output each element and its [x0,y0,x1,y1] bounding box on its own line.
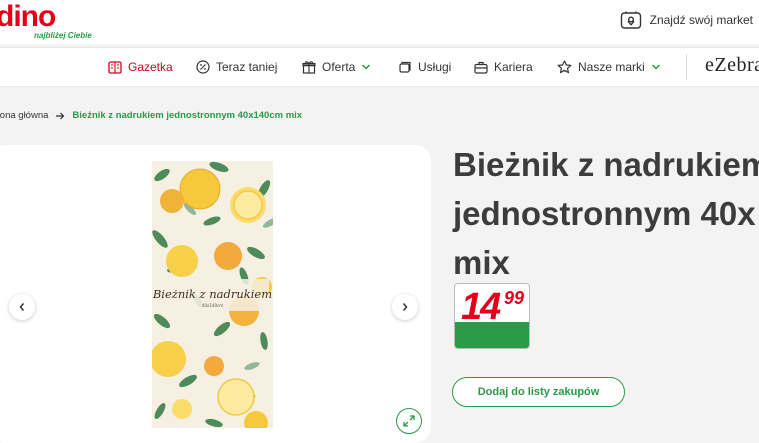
services-icon [399,61,411,73]
nav-label-uslugi: Usługi [418,60,452,74]
briefcase-icon [474,61,488,74]
expand-icon [403,415,415,427]
nav-label-nasze-marki: Nasze marki [578,60,645,74]
nav-label-gazetka: Gazetka [128,60,173,74]
breadcrumb: trona główna Bieżnik z nadrukiem jednost… [0,110,302,121]
find-market-label: Znajdź swój market [649,13,753,27]
arrow-right-icon [56,112,65,119]
percent-badge-icon [196,60,210,74]
newspaper-icon [108,60,122,74]
nav-label-kariera: Kariera [494,60,533,74]
nav-divider [686,54,687,80]
price-decimal: 99 [504,288,525,308]
product-image: Bieżnik z nadrukiem 40x140cm [152,161,273,428]
gift-icon [302,61,316,74]
chevron-left-icon [19,303,25,311]
nav-label-oferta: Oferta [322,60,356,74]
product-image-text: Bieżnik z nadrukiem [152,287,272,301]
nav-item-uslugi[interactable]: Usługi [398,48,451,86]
star-icon [557,60,572,74]
top-bar: dino najbliżej Ciebie Znajdź swój market [0,0,759,44]
carousel-next-button[interactable] [392,294,418,320]
dino-logo[interactable]: dino [0,2,56,32]
nav-item-kariera[interactable]: Kariera [474,48,533,86]
chevron-right-icon [402,303,408,311]
product-title-line: jednostronnym 40x [453,195,756,232]
main-nav: Gazetka Teraz taniej Oferta Usługi Karie… [0,47,759,87]
carousel-prev-button[interactable] [9,294,35,320]
nav-item-gazetka[interactable]: Gazetka [108,48,173,86]
breadcrumb-current: Bieżnik z nadrukiem jednostronnym 40x140… [72,110,303,121]
price-tag: 14 99 [454,283,530,349]
chevron-down-icon [362,64,371,70]
zoom-button[interactable] [396,408,422,434]
logo-tagline: najbliżej Ciebie [34,31,92,40]
ezebra-logo[interactable]: eZebra [705,54,759,77]
product-title-line: mix [453,244,510,281]
find-market-link[interactable]: Znajdź swój market [620,10,753,30]
nav-label-teraz-taniej: Teraz taniej [216,60,278,74]
breadcrumb-home[interactable]: trona główna [0,110,48,121]
nav-item-oferta[interactable]: Oferta [302,48,371,86]
nav-item-nasze-marki[interactable]: Nasze marki [557,48,661,86]
product-title-line: Bieżnik z nadrukiem [453,146,759,183]
product-title: Bieżnik z nadrukiem jednostronnym 40x mi… [453,140,759,287]
chevron-down-icon [651,64,660,70]
add-to-shopping-list-button[interactable]: Dodaj do listy zakupów [452,377,625,407]
price-integer: 14 [461,286,501,328]
product-image-subtext: 40x140cm [202,303,223,308]
map-pin-icon [620,11,641,29]
nav-item-teraz-taniej[interactable]: Teraz taniej [196,48,277,86]
